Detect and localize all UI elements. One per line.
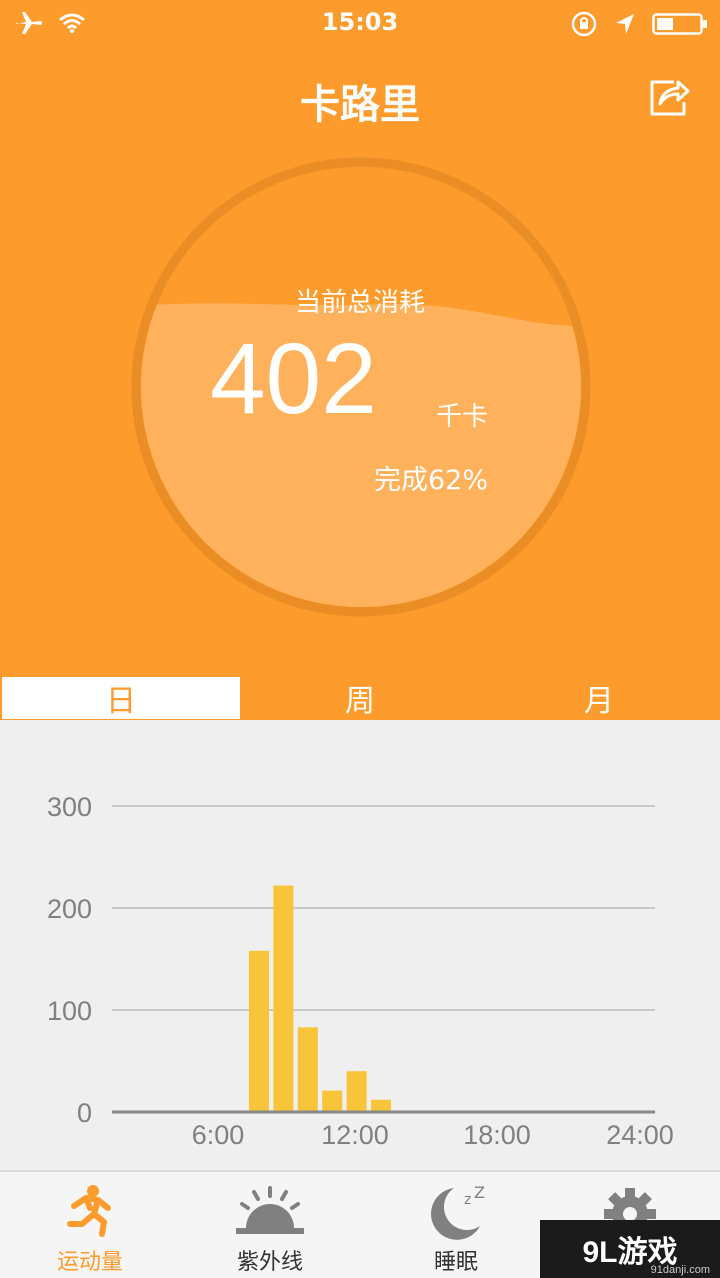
watermark-url: 91danji.com	[650, 1264, 710, 1276]
status-bar: 15:03	[0, 0, 720, 48]
calorie-bar-chart: 300 200 100 0 6:00 12:00 18:00 24:00	[47, 792, 674, 1150]
bar	[346, 1071, 367, 1112]
watermark-logo: 9L游戏 91danji.com	[540, 1220, 720, 1278]
y-tick-label: 0	[77, 1098, 92, 1128]
bar	[322, 1090, 343, 1112]
x-tick-label: 6:00	[192, 1120, 245, 1150]
sun-icon	[236, 1186, 304, 1234]
nav-item-uv[interactable]: 紫外线	[180, 1172, 360, 1278]
share-button[interactable]	[644, 72, 692, 120]
nav-item-sleep[interactable]: z Z 睡眠	[366, 1172, 546, 1278]
rotation-lock-icon	[571, 11, 597, 37]
y-tick-label: 300	[47, 792, 92, 822]
header-panel: 15:03 卡路里 当前总消耗 402 千卡 完成62% 日 周 月	[0, 0, 720, 720]
moon-sleep-icon: z Z	[431, 1184, 485, 1240]
bar	[297, 1027, 318, 1112]
nav-label-uv: 紫外线	[236, 1250, 303, 1275]
share-icon	[650, 80, 690, 116]
x-tick-label: 18:00	[463, 1120, 531, 1150]
running-icon	[67, 1185, 111, 1237]
svg-text:z: z	[464, 1192, 471, 1208]
nav-label-activity: 运动量	[56, 1250, 123, 1275]
x-tick-label: 12:00	[321, 1120, 389, 1150]
period-tabs: 日 周 月	[0, 676, 720, 720]
nav-item-activity[interactable]: 运动量	[0, 1172, 180, 1278]
battery-icon	[652, 13, 707, 35]
nav-label-sleep: 睡眠	[433, 1250, 478, 1275]
bar	[273, 885, 294, 1112]
location-arrow-icon	[616, 14, 634, 34]
total-consumption-label: 当前总消耗	[294, 288, 425, 318]
bar	[371, 1099, 391, 1112]
tab-month[interactable]: 月	[480, 676, 718, 720]
y-tick-label: 100	[47, 996, 92, 1026]
svg-text:Z: Z	[474, 1184, 485, 1202]
page-title: 卡路里	[300, 82, 420, 128]
y-tick-label: 200	[47, 894, 92, 924]
bar	[249, 950, 269, 1112]
x-tick-label: 24:00	[606, 1120, 674, 1150]
completion-percent: 完成62%	[374, 465, 489, 496]
tab-day[interactable]: 日	[2, 677, 240, 719]
calorie-value: 402	[210, 323, 377, 435]
tab-week[interactable]: 周	[240, 676, 480, 720]
calorie-unit: 千卡	[436, 402, 489, 432]
